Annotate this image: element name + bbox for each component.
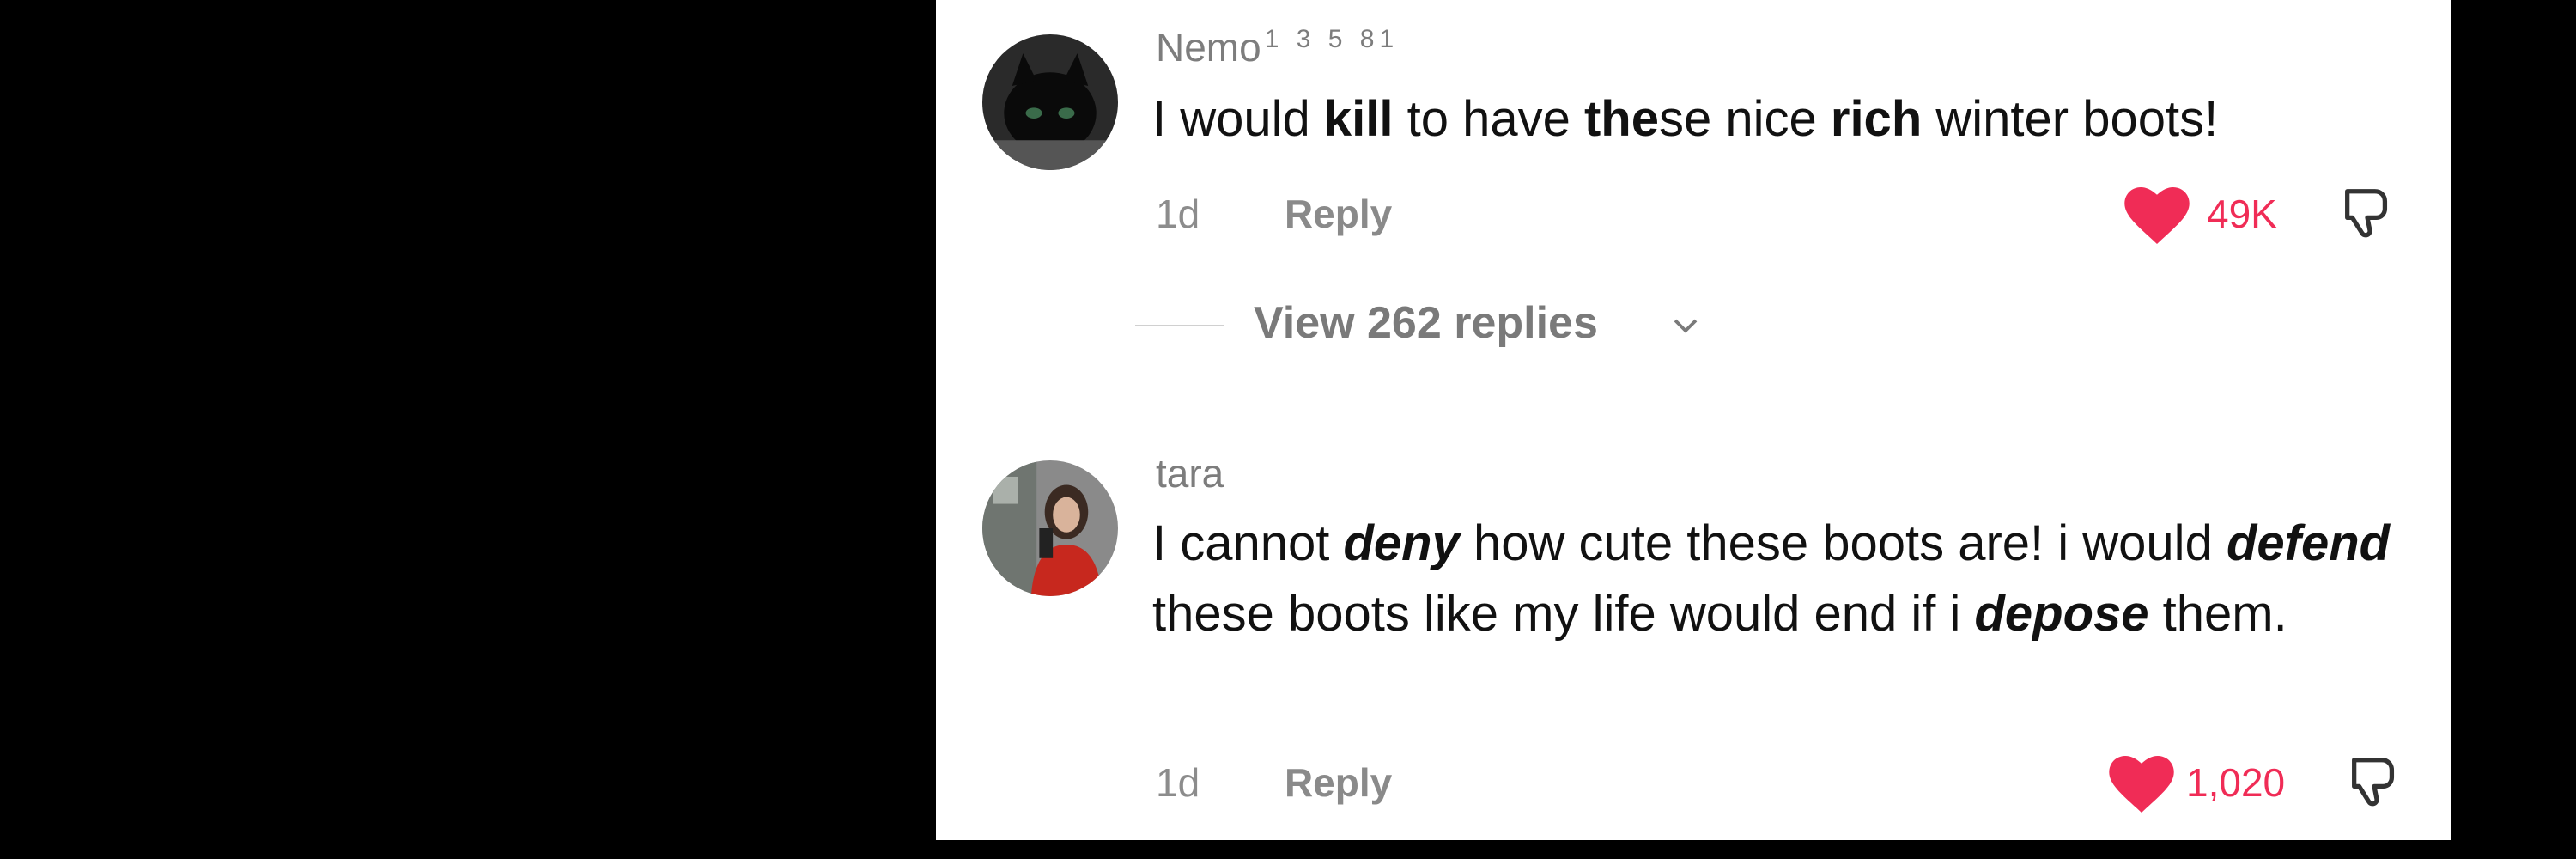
dark-creature-avatar-icon: [982, 34, 1118, 170]
comment-text-segment: to have: [1393, 91, 1584, 147]
comment-text-segment: deny: [1343, 515, 1460, 571]
comment-meta: 1d Reply: [1156, 191, 1392, 237]
username-text: Nemo: [1156, 25, 1261, 70]
view-replies-button[interactable]: View 262 replies: [1254, 297, 1598, 349]
comment-text: I would kill to have these nice rich win…: [1152, 84, 2423, 155]
comment-text-segment: kill: [1323, 91, 1394, 147]
comment-text-segment: the: [1583, 91, 1659, 147]
comment-text-segment: se nice: [1658, 91, 1831, 147]
comment-text-segment: how cute these boots are! i would: [1459, 515, 2227, 571]
avatar[interactable]: [982, 460, 1118, 596]
reply-button[interactable]: Reply: [1285, 192, 1392, 236]
comment-text-segment: rich: [1830, 91, 1923, 147]
view-replies-label: View 262 replies: [1254, 298, 1598, 348]
username-text: tara: [1156, 451, 1224, 496]
comment-text-segment: them.: [2148, 586, 2287, 642]
comment-username[interactable]: tara: [1156, 450, 1224, 497]
comment-text-segment: defend: [2226, 515, 2391, 571]
person-photo-avatar-icon: [982, 460, 1118, 596]
dislike-icon[interactable]: [2344, 752, 2404, 813]
chevron-down-icon[interactable]: [1673, 316, 1698, 335]
replies-divider: [1135, 325, 1224, 326]
avatar[interactable]: [982, 34, 1118, 170]
like-count: 1,020: [2186, 760, 2286, 805]
comment-text-segment: I cannot: [1152, 515, 1344, 571]
dislike-icon[interactable]: [2337, 184, 2397, 244]
heart-icon[interactable]: [2109, 756, 2174, 813]
heart-icon[interactable]: [2124, 187, 2190, 244]
like-count: 49K: [2207, 192, 2277, 236]
comment-age: 1d: [1156, 760, 1200, 805]
comment-text-segment: winter boots!: [1922, 91, 2219, 147]
comment-meta: 1d Reply: [1156, 759, 1392, 806]
comment-username[interactable]: Nemo 1 3 5 81: [1156, 24, 1399, 70]
comment-text: I cannot deny how cute these boots are! …: [1152, 509, 2423, 649]
username-superscript: 1 3 5 81: [1264, 24, 1400, 53]
comments-panel: Nemo 1 3 5 81 I would kill to have these …: [936, 0, 2451, 840]
comment-age: 1d: [1156, 192, 1200, 236]
comment-text-segment: depose: [1974, 586, 2149, 642]
comment-text-segment: I would: [1152, 91, 1324, 147]
reply-button[interactable]: Reply: [1285, 760, 1392, 805]
comment-text-segment: these boots like my life would end if i: [1152, 586, 1975, 642]
